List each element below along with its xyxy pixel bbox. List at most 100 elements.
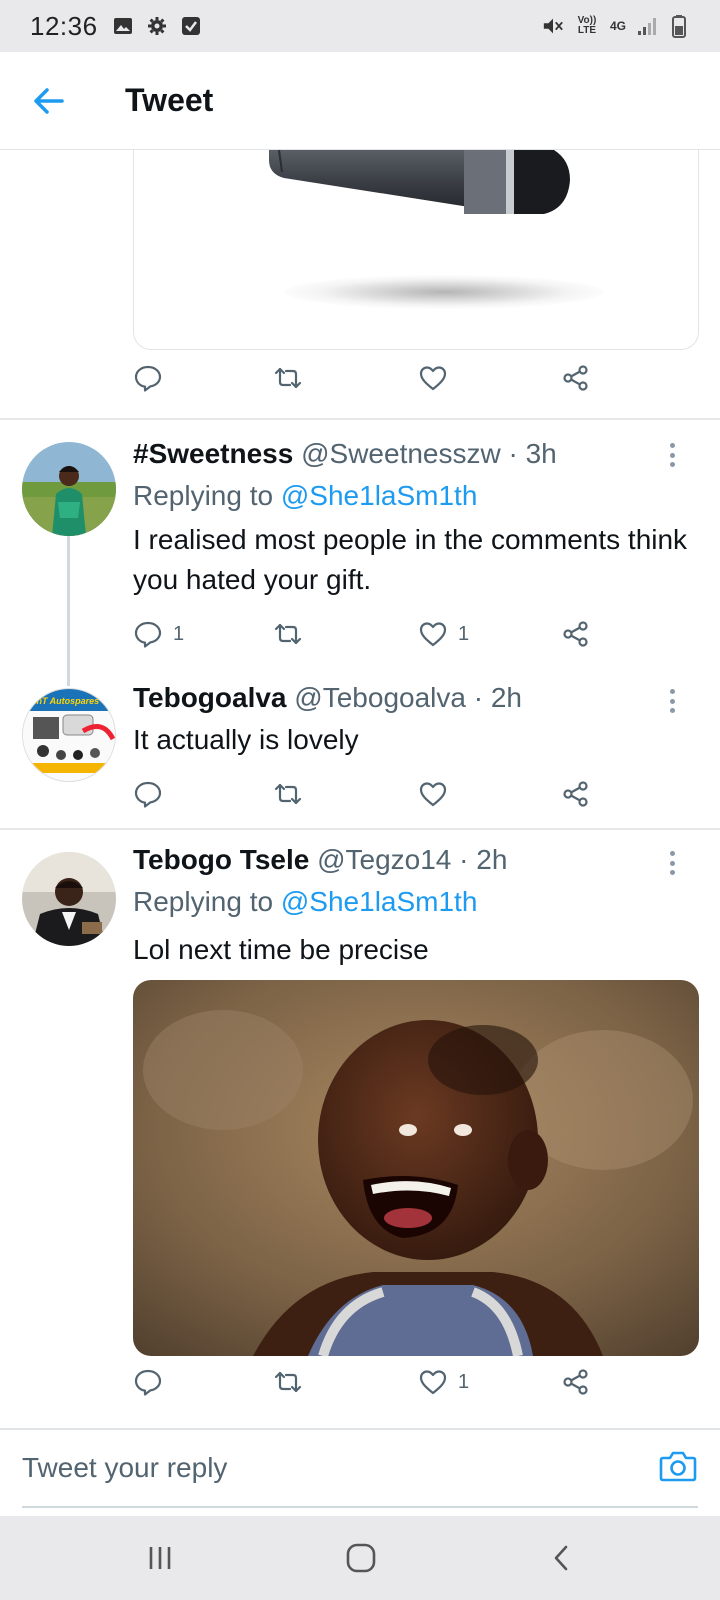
share-icon bbox=[563, 1369, 588, 1395]
reply-underline bbox=[22, 1506, 698, 1508]
heart-icon bbox=[419, 622, 447, 647]
microphone-shadow bbox=[284, 275, 604, 309]
share-button[interactable] bbox=[561, 363, 591, 393]
reply-count: 1 bbox=[173, 622, 185, 645]
retweet-button[interactable] bbox=[273, 1367, 313, 1397]
timestamp: 3h bbox=[525, 438, 557, 469]
heart-icon bbox=[419, 1370, 447, 1395]
status-left-icons bbox=[112, 15, 202, 37]
tweet-actions bbox=[133, 774, 613, 814]
like-count: 1 bbox=[458, 622, 470, 645]
tweet-header: Tebogoalva @Tebogoalva · 2h bbox=[133, 682, 522, 714]
display-name[interactable]: Tebogo Tsele bbox=[133, 844, 309, 875]
checkbox-icon bbox=[180, 15, 202, 37]
tweet-text: I realised most people in the comments t… bbox=[133, 524, 688, 595]
system-nav-bar bbox=[0, 1516, 720, 1600]
display-name[interactable]: #Sweetness bbox=[133, 438, 293, 469]
gear-icon bbox=[146, 15, 168, 37]
more-options-button[interactable] bbox=[662, 848, 682, 878]
more-options-button[interactable] bbox=[662, 440, 682, 470]
retweet-button[interactable] bbox=[273, 619, 313, 649]
avatar[interactable] bbox=[22, 442, 116, 536]
timestamp: 2h bbox=[490, 682, 522, 713]
signal-icon bbox=[636, 15, 658, 37]
display-name[interactable]: Tebogoalva bbox=[133, 682, 287, 713]
retweet-button[interactable] bbox=[273, 779, 313, 809]
share-button[interactable] bbox=[561, 619, 591, 649]
tweet-actions-top bbox=[133, 358, 613, 398]
handle[interactable]: @Sweetnesszw bbox=[301, 438, 501, 469]
handle[interactable]: @Tebogoalva bbox=[294, 682, 466, 713]
home-button[interactable] bbox=[341, 1538, 381, 1578]
retweet-button[interactable] bbox=[273, 363, 303, 393]
tweet-text: Lol next time be precise bbox=[133, 934, 429, 965]
share-button[interactable] bbox=[561, 1367, 591, 1397]
thread-line bbox=[67, 536, 70, 686]
reply-button[interactable] bbox=[133, 779, 173, 809]
divider bbox=[0, 828, 720, 830]
reply-button[interactable] bbox=[133, 363, 163, 393]
tweet-text: It actually is lovely bbox=[133, 724, 359, 755]
share-icon bbox=[563, 365, 588, 391]
handle[interactable]: @Tegzo14 bbox=[317, 844, 451, 875]
reply-input[interactable] bbox=[22, 1438, 582, 1498]
share-icon bbox=[563, 781, 588, 807]
retweet-icon bbox=[274, 623, 302, 645]
mute-icon bbox=[542, 15, 564, 37]
status-right-icons: Vo)) LTE 4G bbox=[542, 15, 690, 38]
reply-icon bbox=[134, 621, 162, 648]
replying-label: Replying to bbox=[133, 480, 274, 511]
replying-handle-link[interactable]: @She1laSm1th bbox=[281, 886, 478, 917]
tweet-photo[interactable] bbox=[133, 980, 699, 1356]
nav-back-button[interactable] bbox=[542, 1538, 582, 1578]
like-button[interactable] bbox=[418, 363, 448, 393]
avatar-logo-text: TnT Autospares bbox=[31, 696, 99, 706]
back-button[interactable] bbox=[19, 71, 79, 131]
image-icon bbox=[112, 15, 134, 37]
recent-apps-icon bbox=[149, 1547, 171, 1569]
recent-apps-button[interactable] bbox=[140, 1538, 180, 1578]
reply-icon bbox=[134, 781, 162, 808]
arrow-left-icon bbox=[34, 87, 64, 114]
tweet-media-card[interactable] bbox=[133, 150, 699, 350]
dot-separator: · bbox=[459, 844, 469, 875]
status-bar: 12:36 Vo)) LTE 4G bbox=[0, 0, 720, 52]
retweet-icon bbox=[274, 783, 302, 805]
like-count: 1 bbox=[458, 1370, 470, 1393]
microphone-image bbox=[269, 150, 570, 214]
replying-label: Replying to bbox=[133, 886, 274, 917]
share-button[interactable] bbox=[561, 779, 591, 809]
page-title: Tweet bbox=[125, 82, 214, 118]
divider bbox=[0, 418, 720, 420]
dot-separator: · bbox=[473, 682, 484, 713]
avatar[interactable] bbox=[22, 852, 116, 946]
4g-icon: 4G bbox=[609, 19, 626, 33]
heart-icon bbox=[419, 366, 447, 391]
avatar[interactable]: TnT Autospares bbox=[22, 688, 116, 782]
more-options-button[interactable] bbox=[662, 686, 682, 716]
tweet-actions: 1 1 bbox=[133, 614, 613, 654]
reply-composer bbox=[0, 1428, 720, 1516]
heart-icon bbox=[419, 782, 447, 807]
reply-button[interactable]: 1 bbox=[133, 619, 184, 649]
replying-to: Replying to @She1laSm1th bbox=[133, 886, 477, 918]
tweet-header: Tebogo Tsele @Tegzo14 · 2h bbox=[133, 844, 507, 876]
battery-icon bbox=[668, 15, 690, 38]
status-time: 12:36 bbox=[30, 10, 98, 41]
timestamp: 2h bbox=[476, 844, 508, 875]
replying-handle-link[interactable]: @She1laSm1th bbox=[281, 480, 478, 511]
tweet-header: #Sweetness @Sweetnesszw · 3h bbox=[133, 438, 557, 470]
back-icon bbox=[554, 1545, 568, 1571]
reply-icon bbox=[134, 365, 162, 392]
replying-to: Replying to @She1laSm1th bbox=[133, 480, 477, 512]
home-icon bbox=[346, 1543, 376, 1573]
like-button[interactable] bbox=[418, 779, 458, 809]
top-app-bar: Tweet bbox=[0, 52, 720, 150]
like-button[interactable]: 1 bbox=[418, 1367, 469, 1397]
camera-button[interactable] bbox=[658, 1446, 698, 1486]
reply-button[interactable] bbox=[133, 1367, 173, 1397]
tweet-actions: 1 bbox=[133, 1362, 613, 1402]
reply-icon bbox=[134, 1369, 162, 1396]
dot-separator: · bbox=[508, 438, 518, 469]
like-button[interactable]: 1 bbox=[418, 619, 469, 649]
